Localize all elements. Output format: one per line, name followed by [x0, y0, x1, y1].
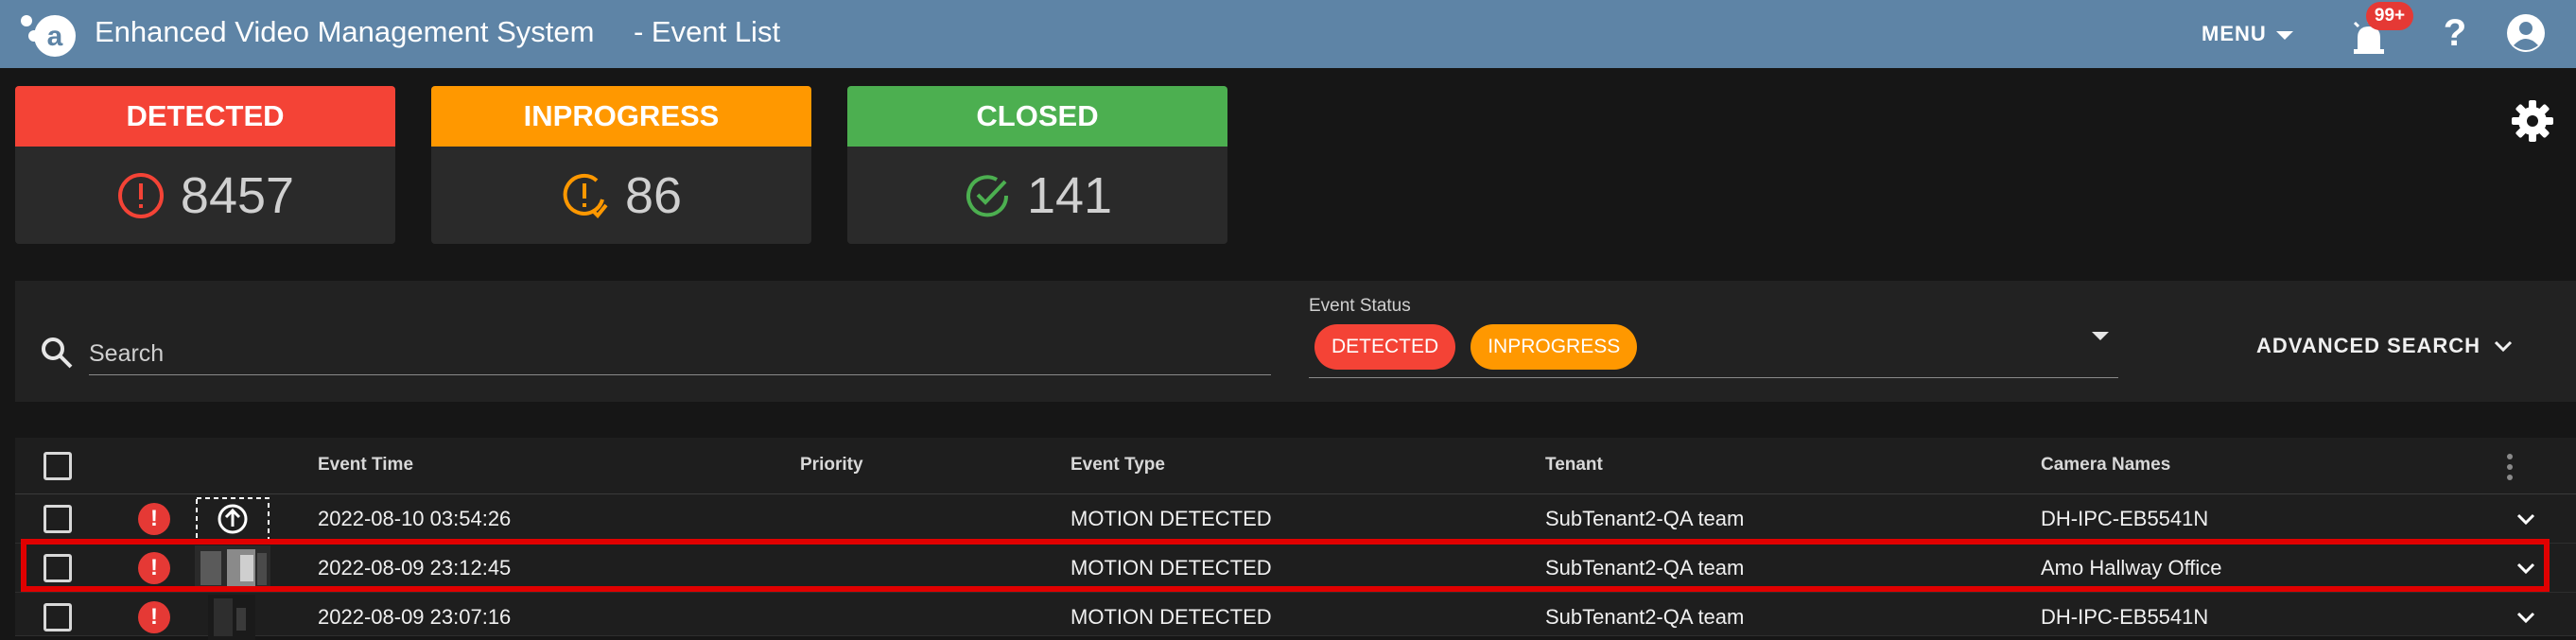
page-title: - Event List	[634, 15, 781, 48]
help-icon[interactable]: ?	[2436, 9, 2474, 57]
inprogress-status-card[interactable]: INPROGRESS 86	[431, 86, 811, 244]
svg-text:a: a	[47, 21, 63, 52]
event-type: MOTION DETECTED	[1070, 507, 1272, 530]
camera-name: DH-IPC-EB5541N	[2041, 507, 2209, 530]
menu-label: MENU	[2202, 22, 2267, 45]
row-checkbox[interactable]	[44, 554, 72, 582]
search-input[interactable]	[89, 334, 1271, 375]
row-checkbox[interactable]	[44, 505, 72, 533]
column-event-time[interactable]: Event Time	[318, 455, 413, 476]
column-camera-names[interactable]: Camera Names	[2041, 455, 2170, 476]
closed-status-card[interactable]: CLOSED 141	[847, 86, 1227, 244]
detected-status-card[interactable]: DETECTED 8457	[15, 86, 395, 244]
row-checkbox[interactable]	[44, 603, 72, 631]
event-status-underline	[1309, 377, 2118, 378]
alert-circle-icon	[117, 172, 164, 218]
table-header: Event Time Priority Event Type Tenant Ca…	[15, 438, 2576, 494]
app-logo-icon[interactable]: a	[19, 9, 81, 59]
event-status-chips: DETECTED INPROGRESS	[1314, 324, 1638, 370]
select-all-checkbox[interactable]	[44, 452, 72, 480]
event-time: 2022-08-09 23:12:45	[318, 556, 512, 579]
card-header: DETECTED	[15, 86, 395, 147]
column-event-type[interactable]: Event Type	[1070, 455, 1165, 476]
inprogress-count: 86	[624, 166, 683, 224]
filter-bar: Event Status DETECTED INPROGRESS ADVANCE…	[15, 281, 2576, 402]
gear-icon[interactable]	[2510, 98, 2555, 144]
priority-alert-icon: !	[138, 601, 170, 633]
card-body: 8457	[15, 147, 395, 244]
column-options-icon[interactable]	[2504, 453, 2515, 481]
app-title: Enhanced Video Management System	[95, 15, 595, 48]
detected-count: 8457	[180, 166, 295, 224]
event-type: MOTION DETECTED	[1070, 605, 1272, 629]
table-row[interactable]: ! 2022-08-10 03:54:26 MOTION DETECTED Su…	[15, 494, 2576, 544]
camera-name: DH-IPC-EB5541N	[2041, 605, 2209, 629]
closed-count: 141	[1026, 166, 1113, 224]
chip-detected[interactable]: DETECTED	[1314, 324, 1456, 370]
card-body: 86	[431, 147, 811, 244]
camera-snapshot-thumbnail[interactable]	[195, 545, 270, 591]
column-tenant[interactable]: Tenant	[1545, 455, 1603, 476]
event-time: 2022-08-09 23:07:16	[318, 605, 512, 629]
upload-placeholder-icon[interactable]	[195, 496, 270, 542]
card-header: CLOSED	[847, 86, 1227, 147]
event-status-label: Event Status	[1309, 296, 1411, 316]
alarm-count-badge: 99+	[2366, 2, 2413, 30]
priority-alert-icon: !	[138, 552, 170, 584]
column-priority[interactable]: Priority	[800, 455, 863, 476]
camera-snapshot-thumbnail[interactable]	[195, 595, 270, 640]
chevron-down-icon[interactable]	[2514, 556, 2538, 580]
event-status-dropdown-icon[interactable]	[2092, 332, 2109, 340]
chevron-down-icon	[2495, 340, 2513, 353]
card-body: 141	[847, 147, 1227, 244]
top-app-bar: a Enhanced Video Management System - Eve…	[0, 0, 2576, 68]
tenant: SubTenant2-QA team	[1545, 605, 1745, 629]
search-icon	[42, 337, 73, 369]
table-row[interactable]: ! 2022-08-09 23:07:16 MOTION DETECTED Su…	[15, 593, 2576, 640]
tenant: SubTenant2-QA team	[1545, 556, 1745, 579]
chip-inprogress[interactable]: INPROGRESS	[1471, 324, 1638, 370]
account-circle-icon[interactable]	[2506, 13, 2546, 53]
event-table: Event Time Priority Event Type Tenant Ca…	[15, 438, 2576, 640]
card-header: INPROGRESS	[431, 86, 811, 147]
priority-alert-icon: !	[138, 503, 170, 535]
chevron-down-icon[interactable]	[2514, 605, 2538, 630]
check-circle-icon	[966, 174, 1008, 216]
chevron-down-icon[interactable]	[2514, 507, 2538, 531]
chevron-down-icon	[2275, 31, 2293, 40]
camera-name: Amo Hallway Office	[2041, 556, 2222, 579]
menu-button[interactable]: MENU	[2202, 19, 2293, 49]
table-row[interactable]: ! 2022-08-09 23:12:45 MOTION DETECTED Su…	[15, 544, 2576, 593]
event-time: 2022-08-10 03:54:26	[318, 507, 512, 530]
advanced-search-button[interactable]: ADVANCED SEARCH	[2256, 334, 2513, 358]
tenant: SubTenant2-QA team	[1545, 507, 1745, 530]
advanced-search-label: ADVANCED SEARCH	[2256, 334, 2481, 357]
event-type: MOTION DETECTED	[1070, 556, 1272, 579]
progress-clock-icon	[563, 173, 608, 218]
